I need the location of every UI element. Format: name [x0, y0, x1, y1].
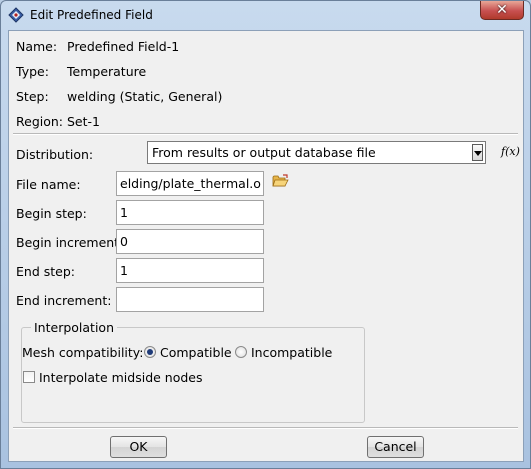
cancel-button[interactable]: Cancel: [367, 436, 424, 458]
close-icon: ✕: [496, 2, 508, 18]
end-increment-input[interactable]: [117, 288, 263, 311]
distribution-label: Distribution:: [16, 147, 94, 162]
type-label: Type:: [16, 64, 49, 79]
end-increment-label: End increment:: [16, 293, 112, 308]
midside-nodes-checkbox[interactable]: [23, 371, 35, 383]
incompatible-radio[interactable]: [235, 346, 247, 358]
end-step-input[interactable]: [117, 259, 263, 282]
interpolation-title: Interpolation: [31, 320, 117, 335]
begin-step-field[interactable]: [116, 200, 264, 225]
distribution-select[interactable]: From results or output database file: [147, 141, 486, 164]
begin-increment-input[interactable]: [117, 230, 263, 253]
incompatible-label[interactable]: Incompatible: [251, 345, 332, 360]
dialog-window: Edit Predefined Field ✕ Name: Predefined…: [0, 0, 531, 469]
abaqus-app-icon: [8, 7, 24, 23]
window-title: Edit Predefined Field: [30, 8, 153, 22]
mesh-compatibility-label: Mesh compatibility:: [22, 345, 144, 360]
type-value: Temperature: [67, 64, 147, 79]
name-value: Predefined Field-1: [67, 39, 180, 54]
end-increment-field[interactable]: [116, 287, 264, 312]
begin-step-input[interactable]: [117, 201, 263, 224]
separator: [13, 133, 518, 135]
begin-increment-field[interactable]: [116, 229, 264, 254]
end-step-label: End step:: [16, 264, 75, 279]
compatible-radio[interactable]: [144, 346, 156, 358]
region-label: Region:: [16, 114, 64, 129]
ok-button[interactable]: OK: [110, 436, 167, 458]
file-name-label: File name:: [16, 177, 81, 192]
dialog-body: Name: Predefined Field-1 Type: Temperatu…: [8, 30, 524, 462]
title-bar[interactable]: Edit Predefined Field ✕: [1, 1, 530, 29]
region-value: Set-1: [67, 114, 100, 129]
compatible-label[interactable]: Compatible: [160, 345, 232, 360]
step-value: welding (Static, General): [67, 89, 223, 104]
distribution-value: From results or output database file: [152, 145, 376, 160]
folder-open-icon[interactable]: [272, 174, 289, 188]
close-button[interactable]: ✕: [480, 1, 524, 20]
file-name-field[interactable]: [116, 171, 264, 196]
midside-nodes-label[interactable]: Interpolate midside nodes: [39, 370, 203, 385]
file-name-input[interactable]: [117, 172, 263, 195]
separator: [13, 427, 518, 429]
step-label: Step:: [16, 89, 49, 104]
begin-step-label: Begin step:: [16, 206, 87, 221]
name-label: Name:: [16, 39, 58, 54]
begin-increment-label: Begin increment:: [16, 235, 124, 250]
fx-button[interactable]: f(x): [501, 145, 520, 158]
chevron-down-icon[interactable]: [472, 144, 483, 161]
end-step-field[interactable]: [116, 258, 264, 283]
